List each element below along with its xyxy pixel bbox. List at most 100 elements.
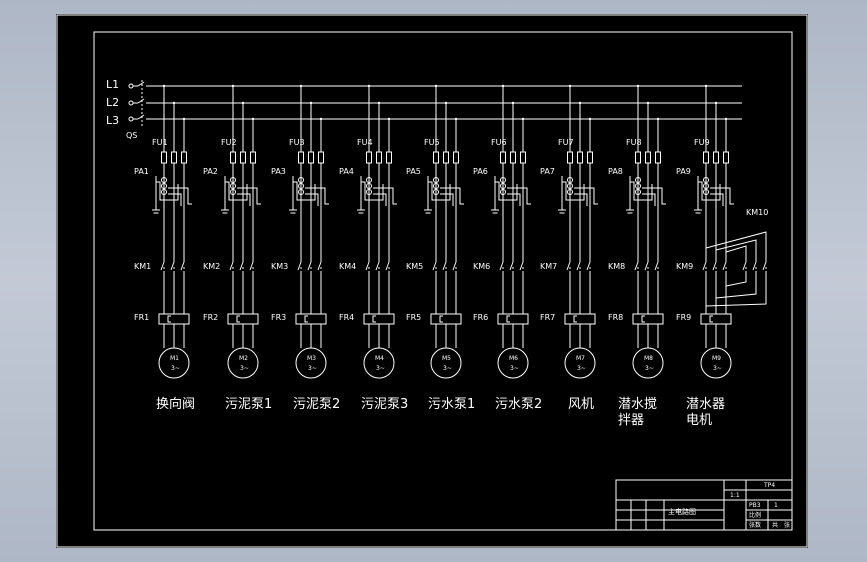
circuit-3: FU3 PA3 KM3 FR3 M3 3~ 污泥泵2 <box>271 84 340 412</box>
ct-secondary-loop <box>710 187 734 205</box>
circuit-6: FU6 PA6 KM6 FR6 M6 3~ 污水泵2 <box>473 84 542 412</box>
km10-return-wire <box>705 271 767 307</box>
fuse-label: FU5 <box>424 138 440 147</box>
fuse-label: FU1 <box>152 138 168 147</box>
contactor-contact <box>644 261 649 271</box>
ct-secondary-loop <box>168 187 192 205</box>
fuse-element <box>308 151 314 164</box>
circuit-caption: 潜水搅 <box>618 396 657 412</box>
contactor-contact <box>297 261 302 271</box>
contactor-contact <box>229 261 234 271</box>
fuse-element <box>500 151 506 164</box>
km10-return-wire <box>725 271 747 287</box>
motor-phase-label: 3~ <box>577 365 586 372</box>
ammeter-label: PA8 <box>608 167 623 176</box>
contactor-contact <box>586 261 591 271</box>
motor-label: M6 <box>509 355 518 362</box>
ammeter-label: PA5 <box>406 167 421 176</box>
relay-label: FR4 <box>339 313 354 322</box>
fuse-element <box>655 151 661 164</box>
relay-label: FR5 <box>406 313 421 322</box>
ammeter-label: PA1 <box>134 167 149 176</box>
circuit-caption: 电机 <box>686 413 712 428</box>
motor-circle <box>227 347 259 379</box>
fuse-element <box>645 151 651 164</box>
overload-heater <box>439 315 443 323</box>
inner-frame <box>93 31 793 531</box>
overload-heater <box>573 315 577 323</box>
ct-secondary-loop <box>156 181 179 201</box>
relay-label: FR2 <box>203 313 218 322</box>
supply-bus: L1 L2 L3 QS <box>106 78 742 140</box>
circuit-caption: 风机 <box>568 397 594 412</box>
main-switch-blade <box>137 98 145 104</box>
main-switch-blade <box>137 81 145 87</box>
relay-label: FR3 <box>271 313 286 322</box>
ct-secondary-loop <box>630 181 653 201</box>
relay-label: FR7 <box>540 313 555 322</box>
circuit-caption: 污水泵2 <box>495 397 542 412</box>
ct-secondary-loop <box>574 187 598 205</box>
drawing-name: 主电路图 <box>668 507 696 516</box>
contactor-contact <box>249 261 254 271</box>
fuse-element <box>443 151 449 164</box>
ammeter-label: PA2 <box>203 167 218 176</box>
ct-secondary-loop <box>562 181 585 201</box>
fuse-label: FU3 <box>289 138 305 147</box>
contactor-contact <box>509 261 514 271</box>
contactor-label: KM7 <box>540 262 557 271</box>
circuit-7: FU7 PA7 KM7 FR7 M7 3~ 风机 <box>540 84 598 412</box>
relay-label: FR6 <box>473 313 488 322</box>
contactor-contact <box>576 261 581 271</box>
ammeter-label: PA9 <box>676 167 691 176</box>
branch-circuits: FU1PA1KM1FR1M13~换向阀FU2PA2KM2FR2M23~污泥泵1F… <box>134 84 734 428</box>
contactor-label: KM1 <box>134 262 151 271</box>
motor-label: M4 <box>375 355 384 362</box>
circuit-5: FU5 PA5 KM5 FR5 M5 3~ 污水泵1 <box>406 84 475 412</box>
fuse-element <box>567 151 573 164</box>
km10-contact <box>752 261 757 271</box>
contactor-contact <box>442 261 447 271</box>
fuse-element <box>240 151 246 164</box>
overload-heater <box>304 315 308 323</box>
ct-secondary-loop <box>373 187 397 205</box>
contactor-contact <box>375 261 380 271</box>
motor-circle <box>632 347 664 379</box>
fuse-element <box>703 151 709 164</box>
overload-heater <box>506 315 510 323</box>
contactor-contact <box>566 261 571 271</box>
overload-relay <box>497 313 529 325</box>
overload-relay <box>363 313 395 325</box>
ct-secondary-loop <box>642 187 666 205</box>
motor-circle <box>363 347 395 379</box>
overload-relay <box>430 313 462 325</box>
circuit-2: FU2 PA2 KM2 FR2 M2 3~ 污泥泵1 <box>203 84 272 412</box>
km10-label: KM10 <box>746 208 768 217</box>
km10-feed-wire <box>705 231 767 262</box>
contactor-contact <box>385 261 390 271</box>
ct-secondary-loop <box>293 181 316 201</box>
contactor-contact <box>654 261 659 271</box>
ct-secondary-loop <box>507 187 531 205</box>
motor-circle <box>564 347 596 379</box>
km10-contact <box>762 261 767 271</box>
motor-circle <box>497 347 529 379</box>
ct-secondary-loop <box>225 181 248 201</box>
title-block-cell: 比例 <box>749 511 761 519</box>
ammeter-label: PA7 <box>540 167 555 176</box>
relay-label: FR1 <box>134 313 149 322</box>
circuit-caption: 污水泵1 <box>428 397 475 412</box>
title-block-cell: 张 <box>784 521 790 529</box>
motor-phase-label: 3~ <box>240 365 249 372</box>
fuse-label: FU2 <box>221 138 237 147</box>
ct-secondary-loop <box>428 181 451 201</box>
outer-frame <box>56 14 808 548</box>
title-block-cell: 共 <box>772 521 778 529</box>
motor-phase-label: 3~ <box>645 365 654 372</box>
ct-secondary-loop <box>361 181 384 201</box>
main-switch-label: QS <box>126 131 137 140</box>
contactor-contact <box>317 261 322 271</box>
motor-circle <box>158 347 190 379</box>
ct-secondary-loop <box>440 187 464 205</box>
contactor-label: KM9 <box>676 262 693 271</box>
